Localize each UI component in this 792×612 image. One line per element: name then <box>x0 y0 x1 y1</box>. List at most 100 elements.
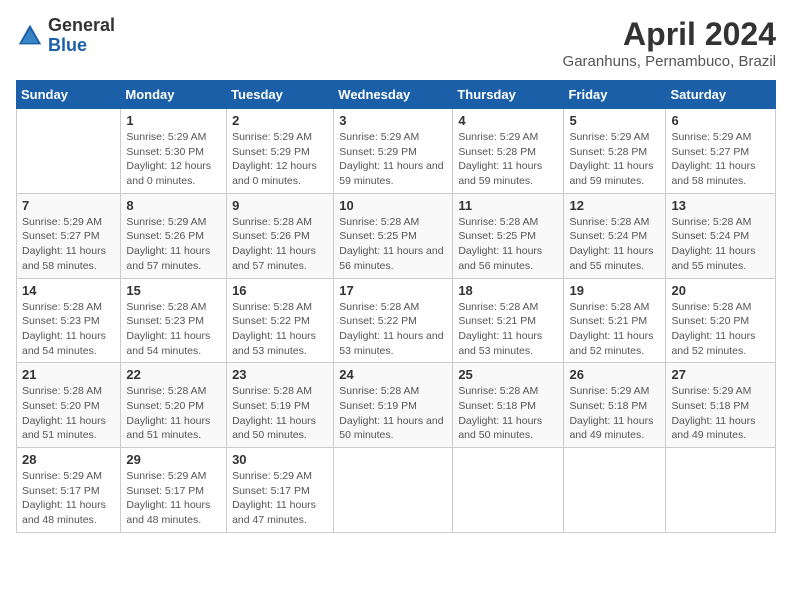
day-info: Sunrise: 5:29 AMSunset: 5:30 PMDaylight:… <box>126 130 221 189</box>
calendar-cell: 17 Sunrise: 5:28 AMSunset: 5:22 PMDayligh… <box>334 278 453 363</box>
day-number: 3 <box>339 113 447 128</box>
calendar-cell <box>334 448 453 533</box>
day-number: 11 <box>458 198 558 213</box>
day-info: Sunrise: 5:28 AMSunset: 5:20 PMDaylight:… <box>126 384 221 443</box>
day-info: Sunrise: 5:28 AMSunset: 5:20 PMDaylight:… <box>671 300 770 359</box>
day-number: 22 <box>126 367 221 382</box>
day-number: 10 <box>339 198 447 213</box>
day-info: Sunrise: 5:29 AMSunset: 5:17 PMDaylight:… <box>126 469 221 528</box>
calendar-cell: 2 Sunrise: 5:29 AMSunset: 5:29 PMDaylight… <box>227 109 334 194</box>
day-number: 17 <box>339 283 447 298</box>
day-number: 21 <box>22 367 115 382</box>
calendar-cell: 25 Sunrise: 5:28 AMSunset: 5:18 PMDayligh… <box>453 363 564 448</box>
day-number: 7 <box>22 198 115 213</box>
day-info: Sunrise: 5:29 AMSunset: 5:27 PMDaylight:… <box>22 215 115 274</box>
day-number: 19 <box>569 283 660 298</box>
calendar-cell: 3 Sunrise: 5:29 AMSunset: 5:29 PMDaylight… <box>334 109 453 194</box>
header-tuesday: Tuesday <box>227 81 334 109</box>
calendar-cell: 24 Sunrise: 5:28 AMSunset: 5:19 PMDayligh… <box>334 363 453 448</box>
day-number: 6 <box>671 113 770 128</box>
calendar-week-4: 21 Sunrise: 5:28 AMSunset: 5:20 PMDayligh… <box>17 363 776 448</box>
day-info: Sunrise: 5:29 AMSunset: 5:28 PMDaylight:… <box>458 130 558 189</box>
calendar-cell: 10 Sunrise: 5:28 AMSunset: 5:25 PMDayligh… <box>334 193 453 278</box>
calendar-cell <box>564 448 666 533</box>
day-info: Sunrise: 5:28 AMSunset: 5:21 PMDaylight:… <box>458 300 558 359</box>
day-number: 18 <box>458 283 558 298</box>
day-info: Sunrise: 5:28 AMSunset: 5:18 PMDaylight:… <box>458 384 558 443</box>
day-info: Sunrise: 5:29 AMSunset: 5:29 PMDaylight:… <box>339 130 447 189</box>
day-info: Sunrise: 5:29 AMSunset: 5:18 PMDaylight:… <box>569 384 660 443</box>
day-number: 15 <box>126 283 221 298</box>
day-number: 16 <box>232 283 328 298</box>
page-header: General Blue April 2024 Garanhuns, Perna… <box>16 16 776 70</box>
calendar-cell: 1 Sunrise: 5:29 AMSunset: 5:30 PMDaylight… <box>121 109 227 194</box>
logo-icon <box>16 22 44 50</box>
day-info: Sunrise: 5:28 AMSunset: 5:19 PMDaylight:… <box>232 384 328 443</box>
day-number: 30 <box>232 452 328 467</box>
day-info: Sunrise: 5:29 AMSunset: 5:17 PMDaylight:… <box>22 469 115 528</box>
calendar-cell <box>453 448 564 533</box>
day-number: 26 <box>569 367 660 382</box>
day-info: Sunrise: 5:29 AMSunset: 5:27 PMDaylight:… <box>671 130 770 189</box>
day-number: 5 <box>569 113 660 128</box>
day-number: 1 <box>126 113 221 128</box>
calendar-cell: 30 Sunrise: 5:29 AMSunset: 5:17 PMDayligh… <box>227 448 334 533</box>
day-number: 25 <box>458 367 558 382</box>
day-number: 20 <box>671 283 770 298</box>
header-monday: Monday <box>121 81 227 109</box>
day-number: 2 <box>232 113 328 128</box>
header-sunday: Sunday <box>17 81 121 109</box>
calendar-cell: 12 Sunrise: 5:28 AMSunset: 5:24 PMDayligh… <box>564 193 666 278</box>
day-info: Sunrise: 5:28 AMSunset: 5:24 PMDaylight:… <box>671 215 770 274</box>
day-info: Sunrise: 5:29 AMSunset: 5:28 PMDaylight:… <box>569 130 660 189</box>
title-block: April 2024 Garanhuns, Pernambuco, Brazil <box>563 16 776 70</box>
calendar-cell: 20 Sunrise: 5:28 AMSunset: 5:20 PMDayligh… <box>666 278 776 363</box>
page-title: April 2024 <box>563 16 776 53</box>
day-number: 24 <box>339 367 447 382</box>
calendar-cell: 21 Sunrise: 5:28 AMSunset: 5:20 PMDayligh… <box>17 363 121 448</box>
calendar-cell: 14Sunrise: 5:28 AMSunset: 5:23 PMDayligh… <box>17 278 121 363</box>
day-number: 13 <box>671 198 770 213</box>
header-saturday: Saturday <box>666 81 776 109</box>
calendar-cell: 13 Sunrise: 5:28 AMSunset: 5:24 PMDayligh… <box>666 193 776 278</box>
day-number: 4 <box>458 113 558 128</box>
calendar-cell: 19 Sunrise: 5:28 AMSunset: 5:21 PMDayligh… <box>564 278 666 363</box>
calendar-week-3: 14Sunrise: 5:28 AMSunset: 5:23 PMDayligh… <box>17 278 776 363</box>
calendar-cell: 4 Sunrise: 5:29 AMSunset: 5:28 PMDaylight… <box>453 109 564 194</box>
calendar-cell: 27Sunrise: 5:29 AMSunset: 5:18 PMDayligh… <box>666 363 776 448</box>
day-info: Sunrise: 5:28 AMSunset: 5:20 PMDaylight:… <box>22 384 115 443</box>
day-number: 9 <box>232 198 328 213</box>
day-number: 28 <box>22 452 115 467</box>
logo-general-text: General <box>48 16 115 36</box>
calendar-cell: 28 Sunrise: 5:29 AMSunset: 5:17 PMDayligh… <box>17 448 121 533</box>
day-info: Sunrise: 5:29 AMSunset: 5:17 PMDaylight:… <box>232 469 328 528</box>
day-number: 8 <box>126 198 221 213</box>
day-info: Sunrise: 5:28 AMSunset: 5:23 PMDaylight:… <box>126 300 221 359</box>
calendar-cell <box>17 109 121 194</box>
calendar-cell: 16Sunrise: 5:28 AMSunset: 5:22 PMDayligh… <box>227 278 334 363</box>
calendar-cell: 7 Sunrise: 5:29 AMSunset: 5:27 PMDaylight… <box>17 193 121 278</box>
day-info: Sunrise: 5:29 AMSunset: 5:18 PMDaylight:… <box>671 384 770 443</box>
day-info: Sunrise: 5:28 AMSunset: 5:25 PMDaylight:… <box>339 215 447 274</box>
day-info: Sunrise: 5:28 AMSunset: 5:24 PMDaylight:… <box>569 215 660 274</box>
day-info: Sunrise: 5:29 AMSunset: 5:29 PMDaylight:… <box>232 130 328 189</box>
day-info: Sunrise: 5:28 AMSunset: 5:23 PMDaylight:… <box>22 300 115 359</box>
calendar-cell: 6 Sunrise: 5:29 AMSunset: 5:27 PMDaylight… <box>666 109 776 194</box>
calendar-cell: 22 Sunrise: 5:28 AMSunset: 5:20 PMDayligh… <box>121 363 227 448</box>
calendar-cell <box>666 448 776 533</box>
calendar-cell: 8Sunrise: 5:29 AMSunset: 5:26 PMDaylight… <box>121 193 227 278</box>
calendar-cell: 26 Sunrise: 5:29 AMSunset: 5:18 PMDayligh… <box>564 363 666 448</box>
day-number: 23 <box>232 367 328 382</box>
day-info: Sunrise: 5:28 AMSunset: 5:19 PMDaylight:… <box>339 384 447 443</box>
calendar-cell: 15 Sunrise: 5:28 AMSunset: 5:23 PMDayligh… <box>121 278 227 363</box>
header-friday: Friday <box>564 81 666 109</box>
header-thursday: Thursday <box>453 81 564 109</box>
header-wednesday: Wednesday <box>334 81 453 109</box>
day-info: Sunrise: 5:28 AMSunset: 5:21 PMDaylight:… <box>569 300 660 359</box>
calendar-week-1: 1 Sunrise: 5:29 AMSunset: 5:30 PMDaylight… <box>17 109 776 194</box>
day-info: Sunrise: 5:28 AMSunset: 5:22 PMDaylight:… <box>339 300 447 359</box>
day-info: Sunrise: 5:28 AMSunset: 5:25 PMDaylight:… <box>458 215 558 274</box>
day-number: 12 <box>569 198 660 213</box>
logo: General Blue <box>16 16 115 56</box>
calendar-cell: 23 Sunrise: 5:28 AMSunset: 5:19 PMDayligh… <box>227 363 334 448</box>
